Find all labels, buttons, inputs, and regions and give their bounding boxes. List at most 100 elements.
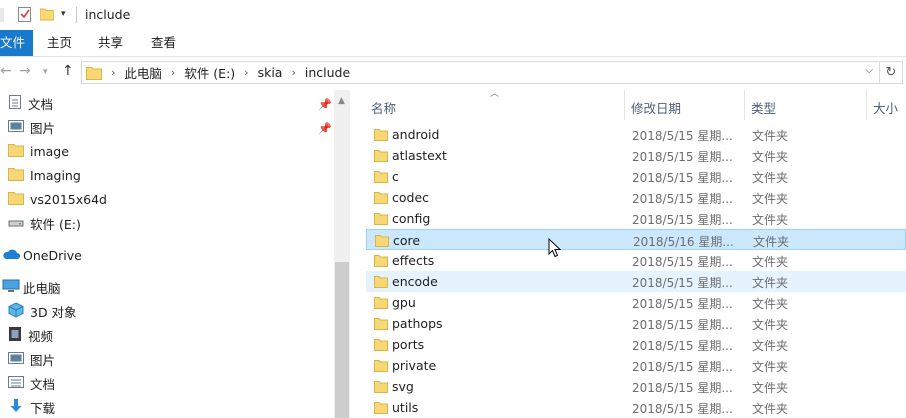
- window-title: include: [85, 7, 131, 22]
- nav-item-videos[interactable]: 视频: [8, 324, 53, 346]
- nav-item-image[interactable]: image: [8, 140, 69, 162]
- nav-item-label: 此电脑: [23, 280, 61, 296]
- pin-icon[interactable]: 📌: [318, 98, 332, 111]
- file-date: 2018/5/15 星期...: [632, 192, 733, 206]
- folder-icon: [374, 296, 388, 312]
- chevron-right-icon[interactable]: ›: [244, 66, 248, 79]
- breadcrumb-skia[interactable]: skia: [258, 65, 283, 80]
- file-row[interactable]: encode 2018/5/15 星期... 文件夹: [366, 271, 906, 292]
- quick-access-dropdown-icon[interactable]: ▾: [61, 9, 66, 19]
- file-type: 文件夹: [752, 171, 789, 185]
- this-pc-icon: [2, 279, 20, 296]
- up-arrow-icon[interactable]: ↑: [62, 63, 74, 79]
- mouse-cursor-icon: [548, 237, 562, 261]
- title-separator: [76, 7, 77, 23]
- file-row[interactable]: android 2018/5/15 星期... 文件夹: [366, 124, 906, 145]
- nav-item-downloads[interactable]: 下载: [8, 396, 55, 418]
- nav-item-this-pc[interactable]: 此电脑: [2, 276, 61, 298]
- file-name: c: [392, 169, 399, 184]
- file-date: 2018/5/15 星期...: [632, 381, 733, 395]
- back-arrow-icon[interactable]: ←: [0, 63, 12, 79]
- file-type: 文件夹: [752, 297, 789, 311]
- file-row[interactable]: atlastext 2018/5/15 星期... 文件夹: [366, 145, 906, 166]
- file-type: 文件夹: [752, 276, 789, 290]
- file-row[interactable]: effects 2018/5/15 星期... 文件夹: [366, 250, 906, 271]
- breadcrumb-this-pc[interactable]: 此电脑: [124, 63, 162, 82]
- forward-arrow-icon[interactable]: →: [19, 63, 31, 79]
- nav-scrollbar[interactable]: ▲: [334, 90, 350, 418]
- file-row[interactable]: pathops 2018/5/15 星期... 文件夹: [366, 313, 906, 334]
- nav-item-vs2015x64d[interactable]: vs2015x64d: [8, 188, 107, 210]
- column-divider[interactable]: [866, 90, 867, 120]
- file-row[interactable]: gpu 2018/5/15 星期... 文件夹: [366, 292, 906, 313]
- chevron-right-icon[interactable]: ›: [291, 66, 295, 79]
- column-header-name[interactable]: 名称: [371, 98, 396, 117]
- column-header-size[interactable]: 大小: [873, 98, 898, 117]
- nav-item-label: 图片: [30, 352, 56, 368]
- videos-icon: [8, 326, 22, 345]
- file-row[interactable]: core 2018/5/16 星期... 文件夹: [366, 229, 906, 250]
- title-bar: ▾ include: [0, 0, 906, 30]
- file-name: atlastext: [392, 148, 447, 163]
- file-name: config: [392, 211, 431, 226]
- file-row[interactable]: c 2018/5/15 星期... 文件夹: [366, 166, 906, 187]
- column-divider[interactable]: [624, 90, 625, 120]
- chevron-right-icon[interactable]: ›: [111, 66, 115, 79]
- properties-icon[interactable]: [18, 6, 32, 25]
- nav-item-label: Imaging: [30, 167, 81, 183]
- folder-icon: [374, 380, 388, 396]
- folder-icon: [374, 191, 388, 207]
- file-date: 2018/5/16 星期...: [633, 235, 734, 249]
- scrollbar-thumb[interactable]: [335, 262, 349, 418]
- file-row[interactable]: utils 2018/5/15 星期... 文件夹: [366, 397, 906, 418]
- file-name: gpu: [392, 295, 416, 310]
- file-date: 2018/5/15 星期...: [632, 129, 733, 143]
- file-date: 2018/5/15 星期...: [632, 297, 733, 311]
- breadcrumb-drive-e[interactable]: 软件 (E:): [184, 63, 235, 82]
- file-row[interactable]: svg 2018/5/15 星期... 文件夹: [366, 376, 906, 397]
- address-dropdown-icon[interactable]: ⌵: [865, 65, 873, 76]
- recent-dropdown-icon[interactable]: ▾: [43, 67, 48, 77]
- nav-item-pictures[interactable]: 图片: [8, 116, 55, 138]
- file-name: codec: [392, 190, 430, 205]
- column-divider[interactable]: [744, 90, 745, 120]
- file-type: 文件夹: [753, 235, 790, 249]
- folder-icon: [374, 275, 388, 291]
- file-type: 文件夹: [752, 255, 789, 269]
- nav-item-drive-e[interactable]: 软件 (E:): [8, 212, 81, 234]
- file-date: 2018/5/15 星期...: [632, 150, 733, 164]
- nav-item-documents[interactable]: 文档: [8, 92, 53, 114]
- tab-home[interactable]: 主页: [47, 30, 72, 56]
- file-type: 文件夹: [752, 129, 789, 143]
- nav-item-onedrive[interactable]: OneDrive: [2, 244, 82, 266]
- file-name: svg: [392, 379, 414, 394]
- tab-share[interactable]: 共享: [98, 30, 123, 56]
- file-name: core: [393, 233, 421, 248]
- chevron-right-icon[interactable]: ›: [171, 66, 175, 79]
- tab-file[interactable]: 文件: [0, 30, 33, 56]
- file-row[interactable]: private 2018/5/15 星期... 文件夹: [366, 355, 906, 376]
- ribbon: [0, 30, 906, 57]
- navigation-pane: 文档 📌 图片 📌 image Imaging vs2015x64d 软件 (E…: [0, 90, 350, 418]
- file-row[interactable]: config 2018/5/15 星期... 文件夹: [366, 208, 906, 229]
- folder-icon: [374, 254, 388, 270]
- address-bar[interactable]: › 此电脑 › 软件 (E:) › skia › include ⌵: [81, 61, 880, 84]
- file-row[interactable]: codec 2018/5/15 星期... 文件夹: [366, 187, 906, 208]
- file-row[interactable]: ports 2018/5/15 星期... 文件夹: [366, 334, 906, 355]
- nav-item-imaging[interactable]: Imaging: [8, 164, 81, 186]
- file-date: 2018/5/15 星期...: [632, 339, 733, 353]
- column-header-type[interactable]: 类型: [751, 98, 776, 117]
- tab-view[interactable]: 查看: [151, 30, 176, 56]
- nav-item-documents-pc[interactable]: 文档: [8, 372, 55, 394]
- nav-item-3d-objects[interactable]: 3D 对象: [8, 300, 77, 322]
- new-folder-icon[interactable]: [39, 7, 55, 24]
- nav-item-label: 图片: [30, 120, 56, 136]
- pin-icon[interactable]: 📌: [318, 122, 332, 135]
- file-name: pathops: [392, 316, 443, 331]
- scroll-up-icon[interactable]: ▲: [338, 96, 345, 106]
- nav-item-label: 下载: [30, 400, 56, 416]
- refresh-icon[interactable]: ↻: [880, 61, 903, 84]
- column-header-modified[interactable]: 修改日期: [631, 98, 681, 117]
- breadcrumb-include[interactable]: include: [305, 65, 350, 80]
- nav-item-pictures-pc[interactable]: 图片: [8, 348, 55, 370]
